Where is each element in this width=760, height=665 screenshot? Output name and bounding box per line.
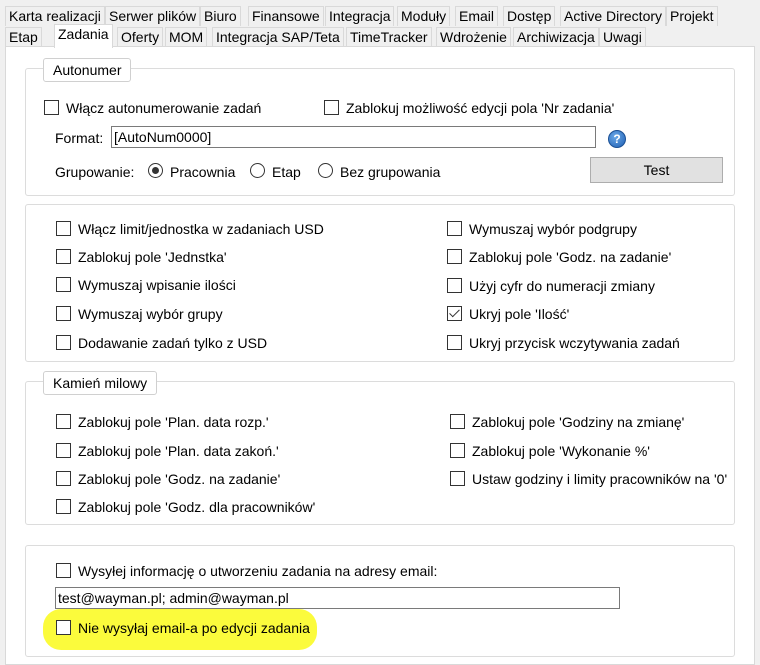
tab-timetracker[interactable]: TimeTracker xyxy=(346,27,432,47)
email-addresses-input[interactable]: test@wayman.pl; admin@wayman.pl xyxy=(55,587,620,609)
milestone-zero-limits-checkbox[interactable] xyxy=(450,471,465,486)
milestone-lock-progress-checkbox[interactable] xyxy=(450,443,465,458)
tab-uwagi[interactable]: Uwagi xyxy=(599,27,646,47)
milestone-lock-hours-label: Zablokuj pole 'Godz. na zadanie' xyxy=(78,471,281,487)
option-lock-hours-checkbox[interactable] xyxy=(447,249,462,264)
tab-integracja-sap-teta[interactable]: Integracja SAP/Teta xyxy=(212,27,344,47)
tab-dostep[interactable]: Dostęp xyxy=(503,6,556,26)
enable-autonumber-label: Włącz autonumerowanie zadań xyxy=(66,100,262,116)
option-limit-usd-checkbox[interactable] xyxy=(56,221,71,236)
no-edit-email-label: Nie wysyłaj email-a po edycji zadania xyxy=(78,620,310,636)
option-usd-only-label: Dodawanie zadań tylko z USD xyxy=(78,335,268,351)
milestone-lock-shift-hours-label: Zablokuj pole 'Godziny na zmianę' xyxy=(472,414,685,430)
option-force-quantity-checkbox[interactable] xyxy=(56,277,71,292)
milestone-lock-progress-label: Zablokuj pole 'Wykonanie %' xyxy=(472,443,650,459)
tab-moduly[interactable]: Moduły xyxy=(397,6,451,26)
tab-wdrozenie[interactable]: Wdrożenie xyxy=(436,27,511,47)
no-edit-email-checkbox[interactable] xyxy=(56,620,71,635)
option-hide-load-button-checkbox[interactable] xyxy=(447,335,462,350)
tab-etap[interactable]: Etap xyxy=(5,27,42,47)
option-hide-load-button-label: Ukryj przycisk wczytywania zadań xyxy=(469,335,680,351)
milestone-lock-end-checkbox[interactable] xyxy=(56,443,71,458)
tab-serwer-plikow[interactable]: Serwer plików xyxy=(105,6,201,26)
milestone-lock-shift-hours-checkbox[interactable] xyxy=(450,414,465,429)
milestone-lock-start-label: Zablokuj pole 'Plan. data rozp.' xyxy=(78,414,269,430)
milestone-lock-worker-hours-label: Zablokuj pole 'Godz. dla pracowników' xyxy=(78,499,316,515)
test-button[interactable]: Test xyxy=(590,157,723,183)
option-digits-label: Użyj cyfr do numeracji zmiany xyxy=(469,278,655,294)
grouping-bez-radio[interactable] xyxy=(318,163,333,178)
autonumer-legend: Autonumer xyxy=(43,58,132,82)
option-lock-jednostka-checkbox[interactable] xyxy=(56,249,71,264)
grouping-etap-radio[interactable] xyxy=(250,163,265,178)
tab-email[interactable]: Email xyxy=(455,6,499,26)
option-lock-jednostka-label: Zablokuj pole 'Jednstka' xyxy=(78,249,227,265)
tab-finansowe[interactable]: Finansowe xyxy=(248,6,324,26)
option-digits-checkbox[interactable] xyxy=(447,278,462,293)
option-force-group-checkbox[interactable] xyxy=(56,306,71,321)
tab-mom[interactable]: MOM xyxy=(165,27,208,47)
tab-karta-realizacji[interactable]: Karta realizacji xyxy=(5,6,105,26)
format-input[interactable]: [AutoNum0000] xyxy=(111,126,596,148)
milestone-lock-start-checkbox[interactable] xyxy=(56,414,71,429)
tab-integracja[interactable]: Integracja xyxy=(325,6,395,26)
milestone-legend: Kamień milowy xyxy=(43,371,158,395)
send-email-checkbox[interactable] xyxy=(56,563,71,578)
milestone-zero-limits-label: Ustaw godziny i limity pracowników na '0… xyxy=(472,471,728,487)
lock-task-number-checkbox[interactable] xyxy=(324,100,339,115)
milestone-lock-end-label: Zablokuj pole 'Plan. data zakoń.' xyxy=(78,443,279,459)
milestone-lock-hours-checkbox[interactable] xyxy=(56,471,71,486)
lock-task-number-label: Zablokuj możliwość edycji pola 'Nr zadan… xyxy=(346,100,615,116)
tab-projekt[interactable]: Projekt xyxy=(666,6,718,26)
option-lock-hours-label: Zablokuj pole 'Godz. na zadanie' xyxy=(469,249,672,265)
send-email-label: Wysyłej informację o utworzeniu zadania … xyxy=(78,563,438,579)
option-usd-only-checkbox[interactable] xyxy=(56,335,71,350)
enable-autonumber-checkbox[interactable] xyxy=(44,100,59,115)
tab-biuro[interactable]: Biuro xyxy=(200,6,241,26)
option-hide-quantity-label: Ukryj pole 'Ilość' xyxy=(469,306,570,322)
tab-active-directory[interactable]: Active Directory xyxy=(560,6,667,26)
grouping-etap-label: Etap xyxy=(272,164,301,180)
option-limit-usd-label: Włącz limit/jednostka w zadaniach USD xyxy=(78,221,324,237)
format-label: Format: xyxy=(55,130,104,146)
grouping-label: Grupowanie: xyxy=(55,164,135,180)
option-force-subgroup-checkbox[interactable] xyxy=(447,221,462,236)
tab-archiwizacja[interactable]: Archiwizacja xyxy=(513,27,599,47)
grouping-pracownia-radio[interactable] xyxy=(148,163,163,178)
option-force-quantity-label: Wymuszaj wpisanie ilości xyxy=(78,277,236,293)
option-hide-quantity-checkbox[interactable] xyxy=(447,306,462,321)
option-force-subgroup-label: Wymuszaj wybór podgrupy xyxy=(469,221,637,237)
help-icon[interactable]: ? xyxy=(608,130,626,148)
grouping-pracownia-label: Pracownia xyxy=(170,164,236,180)
option-force-group-label: Wymuszaj wybór grupy xyxy=(78,306,223,322)
milestone-lock-worker-hours-checkbox[interactable] xyxy=(56,499,71,514)
grouping-bez-label: Bez grupowania xyxy=(340,164,441,180)
tab-zadania[interactable]: Zadania xyxy=(54,24,113,48)
tab-oferty[interactable]: Oferty xyxy=(117,27,164,47)
